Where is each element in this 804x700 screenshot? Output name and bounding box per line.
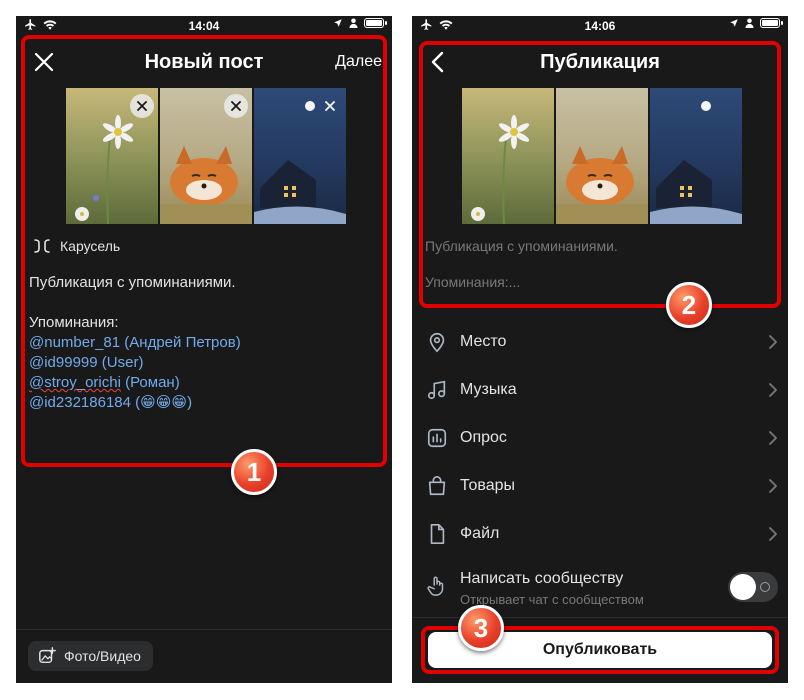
- remove-media-button[interactable]: [224, 94, 248, 118]
- media-thumbnail-fox[interactable]: [160, 88, 252, 224]
- post-text-area[interactable]: Публикация с упоминаниями. Упоминания: @…: [29, 273, 379, 413]
- battery-icon: [364, 18, 387, 28]
- mention-handle: @id99999: [29, 354, 98, 371]
- goods-icon: [428, 476, 446, 496]
- mentions-preview[interactable]: Упоминания:...: [425, 274, 520, 290]
- bottom-toolbar: Фото/Видео: [16, 629, 392, 683]
- media-thumbnail-flower[interactable]: [66, 88, 158, 224]
- media-thumbnail-night-house[interactable]: [254, 88, 346, 224]
- step-badge: 2: [666, 282, 712, 328]
- location-arrow-icon: [334, 19, 342, 27]
- message-community-sub: Открывает чат с сообществом: [460, 592, 644, 607]
- carousel-icon: [34, 239, 50, 253]
- menu-item-goods[interactable]: Товары: [412, 463, 788, 511]
- media-preview-night-house: [650, 88, 742, 224]
- menu-item-label: Опрос: [460, 429, 507, 446]
- media-preview-flower: [462, 88, 554, 224]
- header: Новый пост Далее: [16, 42, 392, 82]
- mentions-heading: Упоминания:: [29, 314, 119, 331]
- person-icon: [349, 18, 358, 28]
- carousel-label: Карусель: [60, 238, 121, 254]
- close-icon: [231, 101, 241, 111]
- media-preview: [462, 88, 742, 224]
- close-icon: [137, 101, 147, 111]
- message-community-toggle[interactable]: [728, 572, 778, 602]
- menu-item-label: Товары: [460, 477, 516, 494]
- mention-name: (Андрей Петров): [124, 334, 241, 351]
- menu-item-file[interactable]: Файл: [412, 511, 788, 559]
- post-text: Публикация с упоминаниями.: [29, 274, 236, 291]
- file-icon: [430, 524, 445, 544]
- photo-add-icon: [39, 647, 56, 664]
- status-bar: 14:04: [16, 16, 392, 36]
- flower-image: [462, 88, 554, 224]
- night-house-image: [650, 88, 742, 224]
- poll-icon: [427, 428, 447, 448]
- publication-screen: 14:06 Публикация Публикация с упоминания…: [412, 16, 788, 683]
- chevron-right-icon: [769, 431, 778, 445]
- step-badge: 1: [231, 449, 277, 495]
- mention-item[interactable]: @id232186184 (😁😁😁): [29, 393, 379, 413]
- mention-handle: @id232186184: [29, 394, 131, 411]
- chevron-right-icon: [769, 335, 778, 349]
- mention-item[interactable]: @stroy_orichi (Роман): [29, 373, 379, 393]
- selected-media: [66, 88, 346, 224]
- music-icon: [427, 380, 446, 400]
- step-badge: 3: [458, 605, 504, 651]
- message-community-label: Написать сообществу: [460, 570, 624, 587]
- hand-pointer-icon: [427, 576, 444, 596]
- photo-video-button[interactable]: Фото/Видео: [28, 641, 153, 671]
- mention-item[interactable]: @id99999 (User): [29, 353, 379, 373]
- mention-handle: @stroy_orichi: [29, 374, 121, 391]
- person-icon: [745, 18, 754, 28]
- battery-icon: [760, 18, 783, 28]
- page-title: Публикация: [540, 51, 660, 73]
- mention-handle: @number_81: [29, 334, 121, 351]
- header: Публикация: [412, 42, 788, 82]
- mention-name: (😁😁😁): [135, 394, 193, 411]
- carousel-toggle[interactable]: Карусель: [34, 238, 120, 254]
- chevron-right-icon: [769, 383, 778, 397]
- fox-image: [556, 88, 648, 224]
- chevron-right-icon: [769, 479, 778, 493]
- status-bar: 14:06: [412, 16, 788, 36]
- remove-media-button[interactable]: [318, 94, 342, 118]
- menu-item-label: Файл: [460, 525, 500, 542]
- location-arrow-icon: [730, 19, 738, 27]
- place-icon: [429, 332, 445, 353]
- mention-name: (Роман): [125, 374, 180, 391]
- menu-item-label: Музыка: [460, 381, 517, 398]
- menu-item-label: Место: [460, 333, 507, 350]
- menu-item-poll[interactable]: Опрос: [412, 415, 788, 463]
- close-icon: [325, 101, 335, 111]
- menu-item-place[interactable]: Место: [412, 319, 788, 367]
- media-preview-fox: [556, 88, 648, 224]
- photo-video-label: Фото/Видео: [64, 648, 141, 664]
- menu-item-music[interactable]: Музыка: [412, 367, 788, 415]
- mention-name: (User): [101, 354, 144, 371]
- post-text-preview[interactable]: Публикация с упоминаниями.: [425, 238, 618, 254]
- remove-media-button[interactable]: [130, 94, 154, 118]
- new-post-screen: 14:04 Новый пост Далее Карусель Публикац…: [16, 16, 392, 683]
- chevron-right-icon: [769, 527, 778, 541]
- mention-item[interactable]: @number_81 (Андрей Петров): [29, 333, 379, 353]
- next-button[interactable]: Далее: [335, 53, 382, 71]
